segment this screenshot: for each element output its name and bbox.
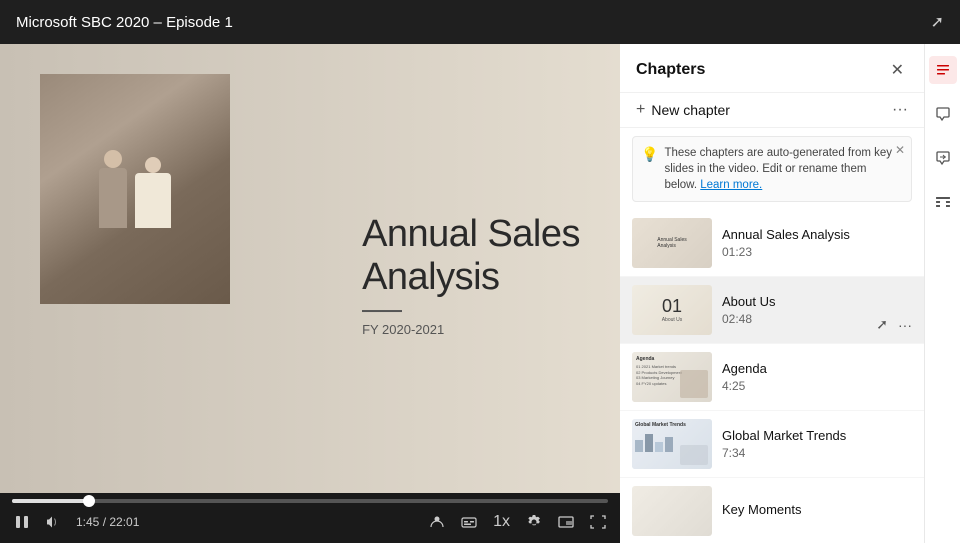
sidebar-icons [924, 44, 960, 543]
chapter-time: 7:34 [722, 446, 912, 460]
add-chapter-plus-icon: + [636, 101, 645, 119]
chapter-item[interactable]: Global Market Trends Global Market Trend [620, 411, 924, 478]
slide-text: Annual Sales Analysis FY 2020-2021 [362, 213, 580, 337]
right-panel: Chapters ✕ + New chapter ··· 💡 These cha… [620, 44, 960, 543]
video-title: Microsoft SBC 2020 – Episode 1 [16, 14, 233, 31]
fullscreen-button[interactable] [588, 512, 608, 532]
chapters-title: Chapters [636, 61, 705, 79]
slide-image: Annual Sales Analysis FY 2020-2021 [0, 44, 620, 493]
slide-subtitle: FY 2020-2021 [362, 322, 580, 337]
controls-row: 1:45 / 22:01 [12, 511, 608, 533]
play-pause-button[interactable] [12, 512, 32, 532]
progress-bar[interactable] [12, 499, 608, 503]
pip-button[interactable] [556, 512, 576, 532]
chapter-info: Key Moments [722, 502, 912, 520]
chapter-share-button[interactable]: ➚ [874, 314, 890, 335]
video-area: Annual Sales Analysis FY 2020-2021 [0, 44, 620, 543]
chapter-time: 01:23 [722, 245, 912, 259]
info-banner-text: These chapters are auto-generated from k… [664, 145, 901, 193]
chapter-item[interactable]: Annual SalesAnalysis Annual Sales Analys… [620, 210, 924, 277]
share-icon[interactable]: ➚ [931, 12, 944, 32]
chapters-panel: Chapters ✕ + New chapter ··· 💡 These cha… [620, 44, 924, 543]
chapters-list: Annual SalesAnalysis Annual Sales Analys… [620, 210, 924, 543]
progress-thumb [83, 495, 95, 507]
chapter-name: About Us [722, 294, 912, 309]
chapter-info: Annual Sales Analysis 01:23 [722, 227, 912, 259]
learn-more-link[interactable]: Learn more. [700, 179, 762, 191]
chapter-thumb: Agenda 01 2021 Market trends 02 Products… [632, 352, 712, 402]
chapter-info: Global Market Trends 7:34 [722, 428, 912, 460]
slide-divider [362, 310, 402, 312]
controls-right: 1x [427, 511, 608, 533]
speed-button[interactable]: 1x [491, 511, 512, 533]
chapters-header-actions: ✕ [887, 58, 908, 82]
chapter-item[interactable]: 01 About Us About Us 02:48 ➚ ··· [620, 277, 924, 344]
chapter-name: Annual Sales Analysis [722, 227, 912, 242]
chapter-more-button[interactable]: ··· [896, 315, 914, 335]
chapter-time: 4:25 [722, 379, 912, 393]
chapters-header: Chapters ✕ [620, 44, 924, 93]
chapter-thumb [632, 486, 712, 536]
video-controls: 1:45 / 22:01 [0, 493, 620, 543]
add-chapter-more-icon[interactable]: ··· [892, 101, 908, 119]
info-banner-icon: 💡 [641, 146, 658, 163]
add-chapter-label: New chapter [651, 102, 730, 118]
people-button[interactable] [427, 512, 447, 532]
chapter-name: Key Moments [722, 502, 912, 517]
chapters-close-button[interactable]: ✕ [887, 58, 908, 82]
chapter-info: Agenda 4:25 [722, 361, 912, 393]
chapter-name: Agenda [722, 361, 912, 376]
slide-main-title: Annual Sales Analysis [362, 213, 580, 300]
chapter-thumb: 01 About Us [632, 285, 712, 335]
time-display: 1:45 / 22:01 [76, 515, 139, 529]
main-area: Annual Sales Analysis FY 2020-2021 [0, 44, 960, 543]
captions-button[interactable] [459, 512, 479, 532]
slide-photo [40, 74, 230, 304]
chapter-name: Global Market Trends [722, 428, 912, 443]
progress-fill [12, 499, 89, 503]
chapter-actions: ➚ ··· [874, 314, 914, 335]
video-content[interactable]: Annual Sales Analysis FY 2020-2021 [0, 44, 620, 493]
controls-left: 1:45 / 22:01 [12, 512, 139, 532]
reply-icon-button[interactable] [929, 144, 957, 172]
add-chapter-row[interactable]: + New chapter ··· [620, 93, 924, 128]
chapter-item[interactable]: Agenda 01 2021 Market trends 02 Products… [620, 344, 924, 411]
chapters-icon-button[interactable] [929, 56, 957, 84]
info-banner: 💡 These chapters are auto-generated from… [632, 136, 912, 202]
info-banner-close-button[interactable]: ✕ [895, 143, 905, 157]
chapter-thumb: Global Market Trends [632, 419, 712, 469]
settings-button[interactable] [524, 512, 544, 532]
volume-button[interactable] [44, 512, 64, 532]
chapter-item[interactable]: Key Moments [620, 478, 924, 543]
header: Microsoft SBC 2020 – Episode 1 ➚ [0, 0, 960, 44]
comments-icon-button[interactable] [929, 100, 957, 128]
info-icon-button[interactable] [929, 188, 957, 216]
chapter-thumb: Annual SalesAnalysis [632, 218, 712, 268]
